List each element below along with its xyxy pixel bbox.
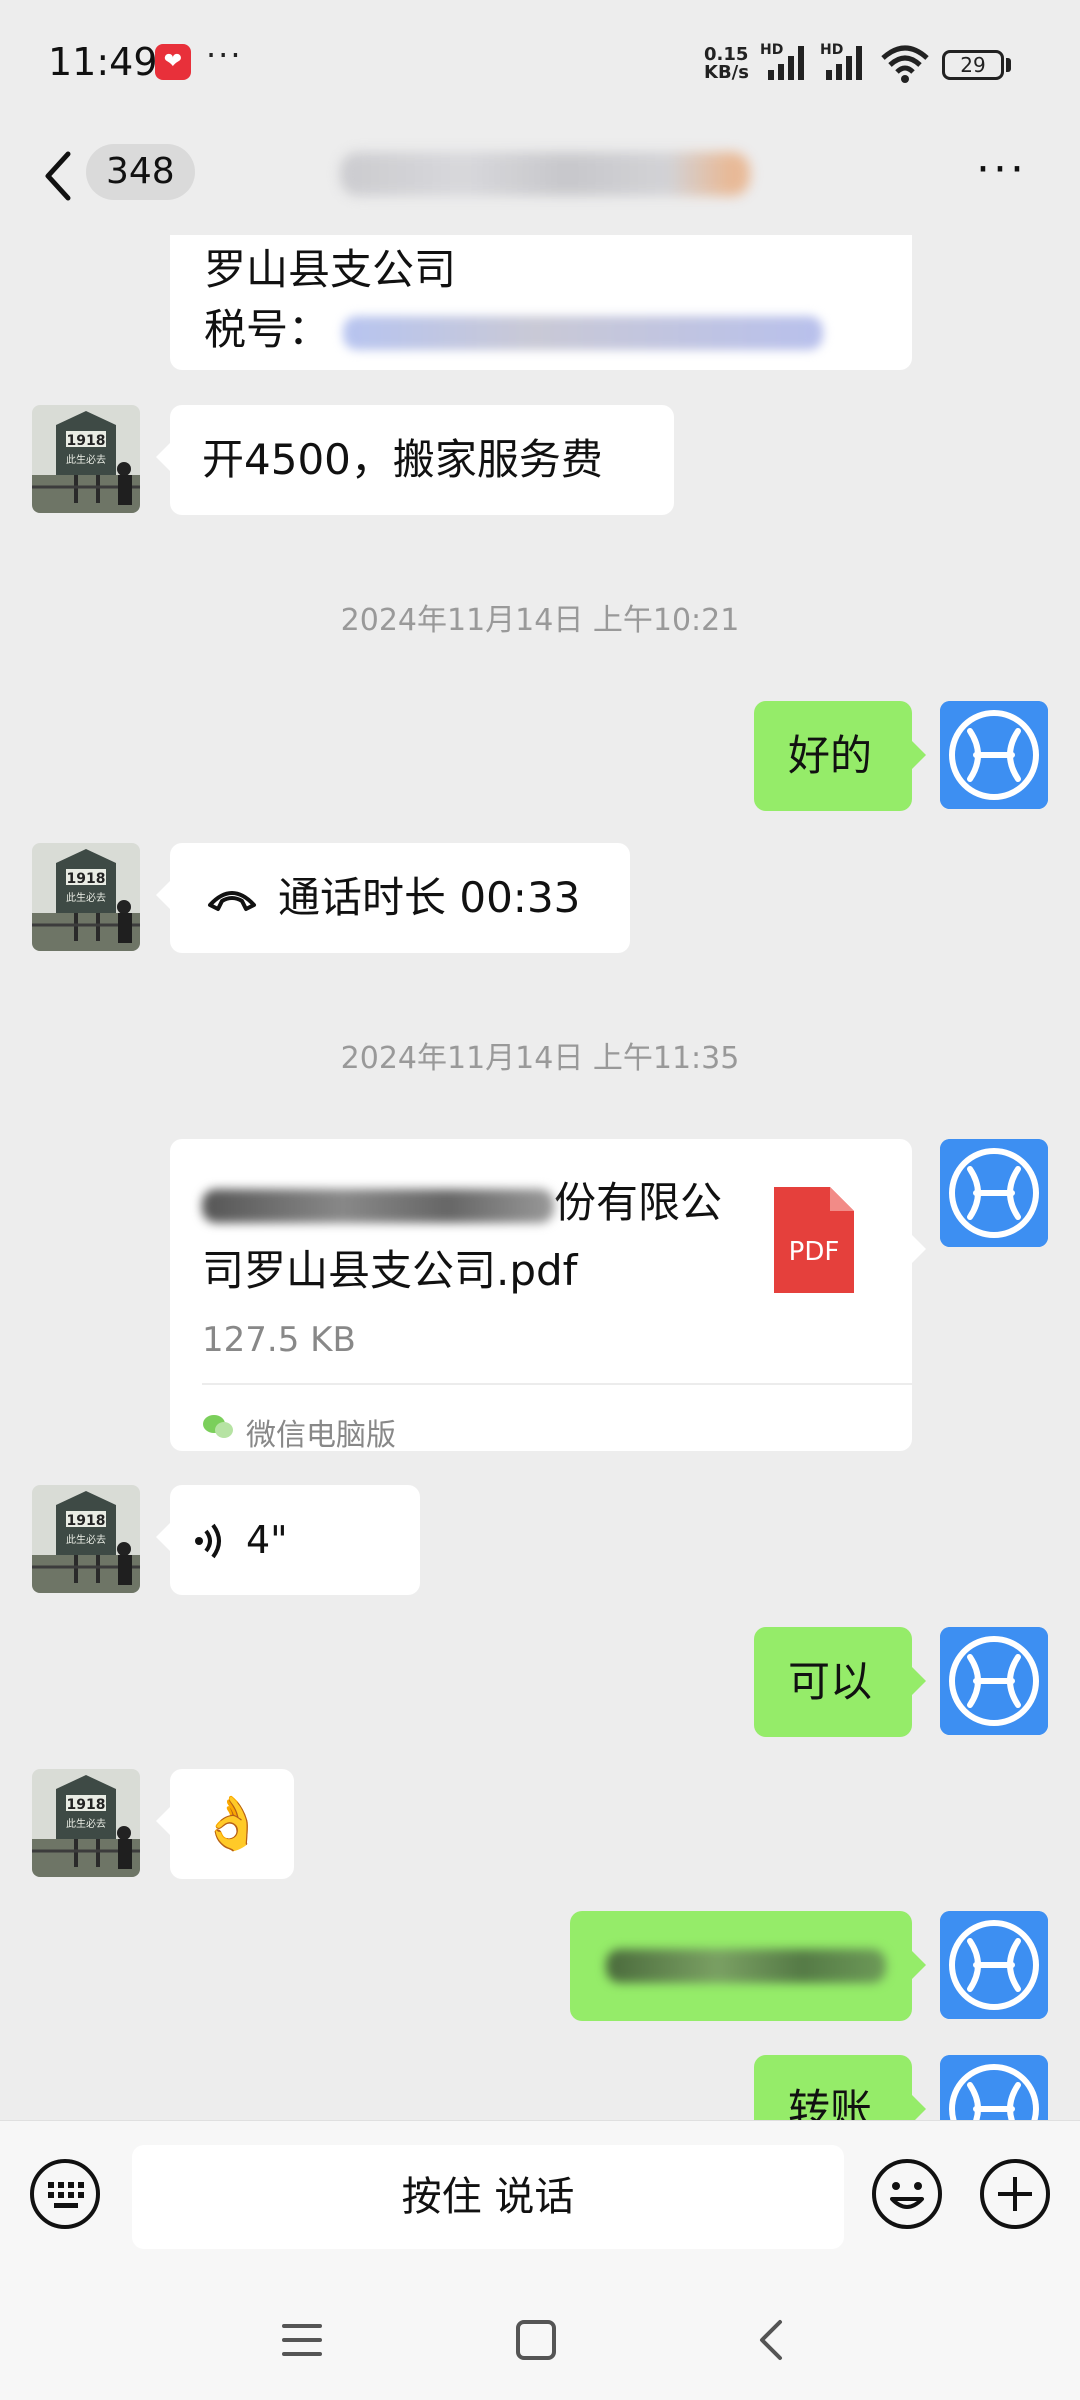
- bubble-tail: [156, 881, 170, 909]
- more-button[interactable]: ···: [976, 144, 1027, 195]
- svg-text:1918: 1918: [67, 871, 106, 887]
- chat-input-bar: 按住 说话: [0, 2120, 1080, 2280]
- self-avatar[interactable]: [940, 1911, 1048, 2019]
- message-bubble-invoice-request[interactable]: 开4500，搬家服务费: [170, 405, 674, 515]
- message-voice[interactable]: 4": [170, 1485, 420, 1595]
- file-card-divider: [202, 1383, 912, 1385]
- svg-text:此生必去: 此生必去: [66, 891, 106, 904]
- pdf-label: PDF: [788, 1237, 840, 1267]
- message-bubble-sent-redacted[interactable]: [570, 1911, 912, 2021]
- card-line-tax-number: 税号：: [204, 301, 904, 359]
- wifi-icon: [881, 45, 929, 83]
- tax-number-redacted: [343, 315, 824, 350]
- signal-2-icon: [826, 46, 862, 80]
- contact-avatar[interactable]: 1918 此生必去: [32, 1485, 140, 1593]
- notification-app-icon: ❤: [155, 44, 191, 80]
- back-nav-icon[interactable]: [748, 2316, 796, 2364]
- home-nav-icon[interactable]: [512, 2316, 560, 2364]
- call-duration-text: 通话时长 00:33: [278, 873, 581, 922]
- bubble-tail: [156, 1523, 170, 1551]
- bubble-tail: [156, 443, 170, 471]
- back-button[interactable]: [38, 146, 78, 206]
- svg-text:此生必去: 此生必去: [66, 1817, 106, 1830]
- bubble-tail: [912, 2095, 926, 2120]
- self-avatar[interactable]: [940, 1627, 1048, 1735]
- message-text-redacted: [606, 1949, 886, 1983]
- plus-icon[interactable]: [978, 2157, 1052, 2231]
- menu-nav-icon[interactable]: [278, 2316, 326, 2364]
- contact-avatar[interactable]: 1918 此生必去: [32, 405, 140, 513]
- contact-avatar[interactable]: 1918 此生必去: [32, 1769, 140, 1877]
- wechat-icon: [203, 1415, 233, 1438]
- svg-text:此生必去: 此生必去: [66, 453, 106, 466]
- message-file-card[interactable]: 份有限公 司罗山县支公司.pdf 127.5 KB PDF 微信电脑版: [170, 1139, 912, 1453]
- timestamp-divider: 2024年11月14日 上午11:35: [340, 1041, 740, 1076]
- file-name: 份有限公 司罗山县支公司.pdf: [202, 1178, 723, 1295]
- svg-text:1918: 1918: [67, 1513, 106, 1529]
- card-line-company: 罗山县支公司: [204, 245, 457, 294]
- file-name-redacted: [202, 1188, 554, 1223]
- message-bubble-ok-emoji[interactable]: 👌: [170, 1769, 294, 1879]
- network-speed: 0.15 KB/s: [704, 44, 749, 83]
- svg-text:此生必去: 此生必去: [66, 1533, 106, 1546]
- svg-text:1918: 1918: [67, 433, 106, 449]
- status-more-indicator: ···: [206, 36, 243, 74]
- tax-label: 税号：: [204, 305, 331, 354]
- pdf-file-icon: PDF: [774, 1187, 854, 1293]
- contact-avatar[interactable]: 1918 此生必去: [32, 843, 140, 951]
- message-bubble-call-record[interactable]: 通话时长 00:33: [170, 843, 630, 953]
- unread-count-badge[interactable]: 348: [86, 144, 195, 200]
- voice-duration: 4": [246, 1518, 288, 1562]
- phone-hangup-icon: [208, 891, 256, 911]
- message-bubble-transfer[interactable]: 转账: [754, 2055, 912, 2120]
- self-avatar[interactable]: [940, 701, 1048, 809]
- signal-1-icon: [768, 46, 804, 80]
- svg-text:1918: 1918: [67, 1797, 106, 1813]
- status-time: 11:49: [48, 40, 158, 84]
- file-size: 127.5 KB: [202, 1320, 356, 1360]
- chat-header: 348 ···: [0, 120, 1080, 235]
- hold-to-talk-button[interactable]: 按住 说话: [132, 2145, 844, 2249]
- bubble-tail: [912, 1951, 926, 1979]
- message-bubble-sent-ok[interactable]: 好的: [754, 701, 912, 811]
- self-avatar[interactable]: [940, 2055, 1048, 2120]
- chat-message-list[interactable]: 罗山县支公司 税号： 1918 此生必去 开4500，搬家服务费 2024年11…: [0, 235, 1080, 2120]
- battery-icon: 29: [942, 50, 1004, 80]
- bubble-tail: [912, 741, 926, 769]
- self-avatar[interactable]: [940, 1139, 1048, 1247]
- voice-wave-icon: [195, 1523, 221, 1559]
- timestamp-divider: 2024年11月14日 上午10:21: [340, 603, 740, 638]
- bubble-tail: [156, 1807, 170, 1835]
- system-navigation-bar: [0, 2280, 1080, 2400]
- emoji-icon[interactable]: [870, 2157, 944, 2231]
- bubble-tail: [912, 1667, 926, 1695]
- status-bar: 11:49 ❤ ··· 0.15 KB/s HD HD 29: [0, 0, 1080, 120]
- file-source-label: 微信电脑版: [246, 1418, 396, 1453]
- chat-title-redacted: [340, 152, 750, 196]
- message-bubble-sent-keyi[interactable]: 可以: [754, 1627, 912, 1737]
- message-bubble-info-card[interactable]: 罗山县支公司 税号：: [170, 235, 912, 370]
- keyboard-toggle-icon[interactable]: [28, 2157, 102, 2231]
- battery-tip: [1006, 58, 1011, 72]
- bubble-tail: [912, 1235, 926, 1263]
